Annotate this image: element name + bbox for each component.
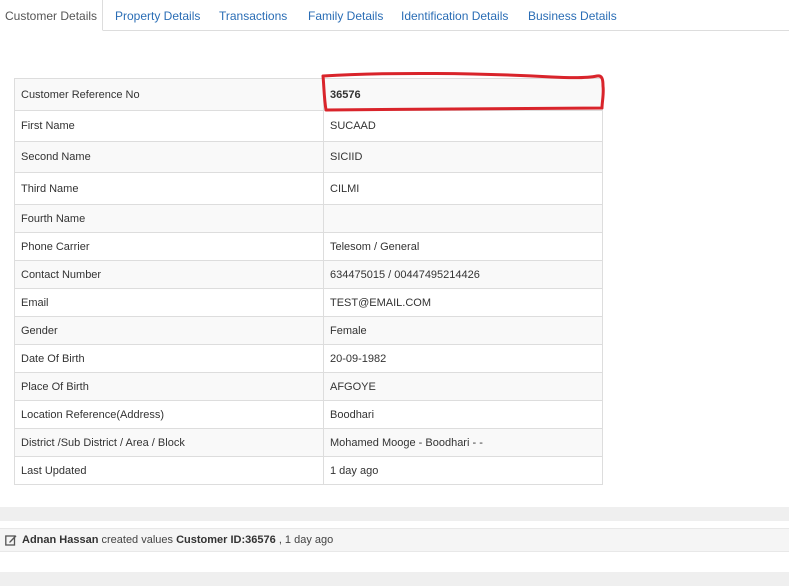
detail-value: TEST@EMAIL.COM — [323, 288, 603, 317]
detail-label: Place Of Birth — [14, 372, 324, 401]
activity-log-entry: Adnan Hassan created values Customer ID:… — [0, 528, 789, 552]
detail-value: 20-09-1982 — [323, 344, 603, 373]
edit-icon — [5, 535, 17, 546]
detail-value: AFGOYE — [323, 372, 603, 401]
detail-label: Customer Reference No — [14, 78, 324, 111]
detail-row: Third Name CILMI — [14, 172, 603, 205]
tab-customer-details[interactable]: Customer Details — [0, 0, 103, 31]
tab-family-details[interactable]: Family Details — [308, 0, 383, 31]
detail-label: Second Name — [14, 141, 324, 173]
detail-value — [323, 204, 603, 233]
detail-label: Fourth Name — [14, 204, 324, 233]
detail-value: 1 day ago — [323, 456, 603, 485]
tab-transactions[interactable]: Transactions — [219, 0, 287, 31]
detail-row: Fourth Name — [14, 204, 603, 233]
detail-value: Mohamed Mooge - Boodhari - - — [323, 428, 603, 457]
section-divider — [0, 572, 789, 586]
detail-row: Customer Reference No 36576 — [14, 78, 603, 111]
detail-value: SICIID — [323, 141, 603, 173]
detail-row: Last Updated 1 day ago — [14, 456, 603, 485]
tab-identification-details[interactable]: Identification Details — [401, 0, 508, 31]
detail-row: Second Name SICIID — [14, 141, 603, 173]
section-divider — [0, 507, 789, 521]
activity-action: created values — [101, 534, 174, 546]
detail-label: Third Name — [14, 172, 324, 205]
detail-value: Female — [323, 316, 603, 345]
detail-value: 634475015 / 00447495214426 — [323, 260, 603, 289]
tab-bar: Customer Details Property Details Transa… — [0, 0, 789, 31]
detail-row: First Name SUCAAD — [14, 110, 603, 142]
detail-value: Telesom / General — [323, 232, 603, 261]
detail-label: Phone Carrier — [14, 232, 324, 261]
activity-target: Customer ID:36576 — [176, 534, 276, 546]
activity-text: Adnan Hassan created values Customer ID:… — [22, 529, 333, 551]
detail-label: Location Reference(Address) — [14, 400, 324, 429]
detail-row: Email TEST@EMAIL.COM — [14, 288, 603, 317]
detail-row: Phone Carrier Telesom / General — [14, 232, 603, 261]
detail-label: District /Sub District / Area / Block — [14, 428, 324, 457]
customer-details-table: Customer Reference No 36576 First Name S… — [14, 78, 603, 485]
detail-label: Contact Number — [14, 260, 324, 289]
tab-business-details[interactable]: Business Details — [528, 0, 617, 31]
detail-value: Boodhari — [323, 400, 603, 429]
detail-label: Last Updated — [14, 456, 324, 485]
activity-user[interactable]: Adnan Hassan — [22, 534, 98, 546]
detail-row: Location Reference(Address) Boodhari — [14, 400, 603, 429]
detail-label: First Name — [14, 110, 324, 142]
detail-label: Date Of Birth — [14, 344, 324, 373]
detail-row: Contact Number 634475015 / 0044749521442… — [14, 260, 603, 289]
detail-row: Gender Female — [14, 316, 603, 345]
customer-reference-value: 36576 — [323, 78, 603, 111]
detail-value: CILMI — [323, 172, 603, 205]
detail-row: Date Of Birth 20-09-1982 — [14, 344, 603, 373]
detail-label: Gender — [14, 316, 324, 345]
detail-value: SUCAAD — [323, 110, 603, 142]
activity-time: , 1 day ago — [278, 534, 334, 546]
detail-row: Place Of Birth AFGOYE — [14, 372, 603, 401]
tab-property-details[interactable]: Property Details — [115, 0, 200, 31]
detail-row: District /Sub District / Area / Block Mo… — [14, 428, 603, 457]
detail-label: Email — [14, 288, 324, 317]
